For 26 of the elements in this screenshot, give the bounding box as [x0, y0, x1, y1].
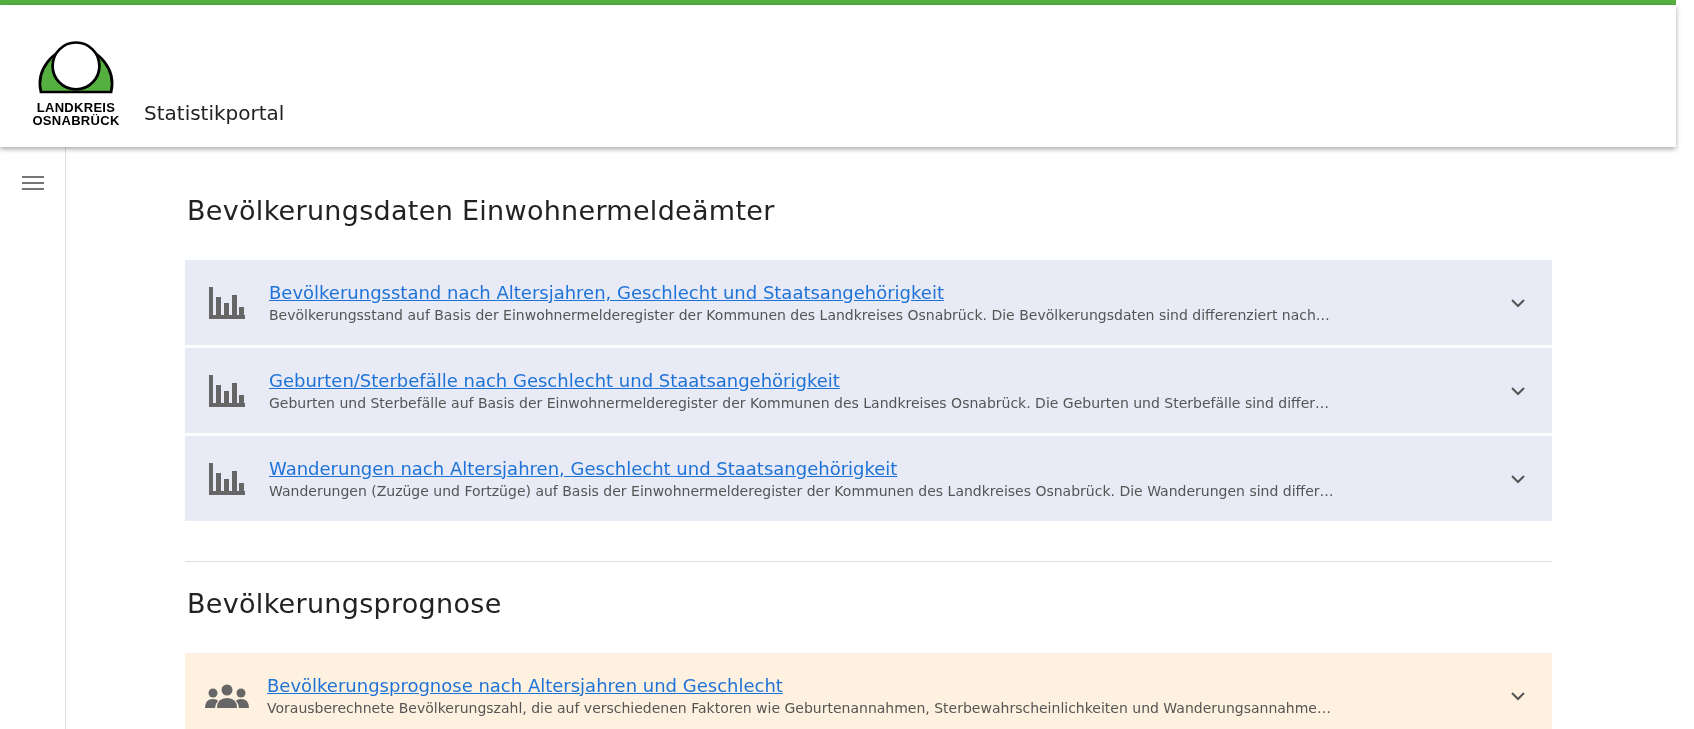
dataset-card[interactable] — [185, 260, 1552, 345]
chevron-icon[interactable] — [1510, 690, 1526, 701]
dataset-description: Vorausberechnete Bevölkerungszahl, die auf verschiedenen Faktoren wie Geburtenannahmen, Sterbewahrscheinlichkeiten und Wanderungsannahme… — [267, 698, 1332, 718]
logo-text: LANDKREIS — [36, 101, 116, 114]
bar-chart-icon — [209, 462, 245, 495]
chevron-icon[interactable] — [1510, 473, 1526, 484]
dataset-description: Bevölkerungsstand auf Basis der Einwohnermelderegister der Kommunen des Landkreises Osnabrück. Die Bevölkerungsdaten sind differenziert nach… — [269, 305, 1331, 325]
section-title: Bevölkerungsprognose — [187, 588, 503, 619]
people-icon — [205, 683, 249, 708]
bar-chart-icon — [209, 374, 245, 407]
dataset-card[interactable] — [185, 436, 1552, 521]
dataset-link[interactable]: Bevölkerungsstand nach Altersjahren, Geschlecht und Staatsangehörigkeit — [269, 280, 944, 305]
dataset-link[interactable]: Geburten/Sterbefälle nach Geschlecht und Staatsangehörigkeit — [269, 368, 840, 393]
bar-chart-icon — [209, 286, 245, 319]
menu-icon[interactable] — [21, 175, 44, 191]
dataset-card[interactable] — [185, 348, 1552, 433]
dataset-description: Wanderungen (Zuzüge und Fortzüge) auf Basis der Einwohnermelderegister der Kommunen des Landkreises Osnabrück. Die Wanderungen sind differ… — [269, 481, 1335, 501]
dataset-description: Geburten und Sterbefälle auf Basis der Einwohnermelderegister der Kommunen des Landkreises Osnabrück. Die Geburten und Sterbefälle sind differ… — [269, 393, 1331, 413]
dataset-link[interactable]: Wanderungen nach Altersjahren, Geschlecht und Staatsangehörigkeit — [269, 456, 898, 481]
chevron-icon[interactable] — [1510, 385, 1526, 396]
logo-text: OSNABRÜCK — [32, 114, 120, 127]
section-title: Bevölkerungsdaten Einwohnermeldeämter — [187, 195, 776, 226]
chevron-icon[interactable] — [1510, 297, 1526, 308]
dataset-card[interactable]: Bevölkerungsprognose nach Altersjahren und Geschlecht Vorausberechnete Bevölkerungszahl, die auf verschiedenen Faktoren wie Geburtenannahmen, Sterbewahrscheinlichkeiten und Wanderungsannahme… — [185, 653, 1552, 729]
site-title: Statistikportal — [144, 101, 285, 125]
dataset-link[interactable]: Bevölkerungsprognose nach Altersjahren und Geschlecht — [267, 673, 783, 698]
